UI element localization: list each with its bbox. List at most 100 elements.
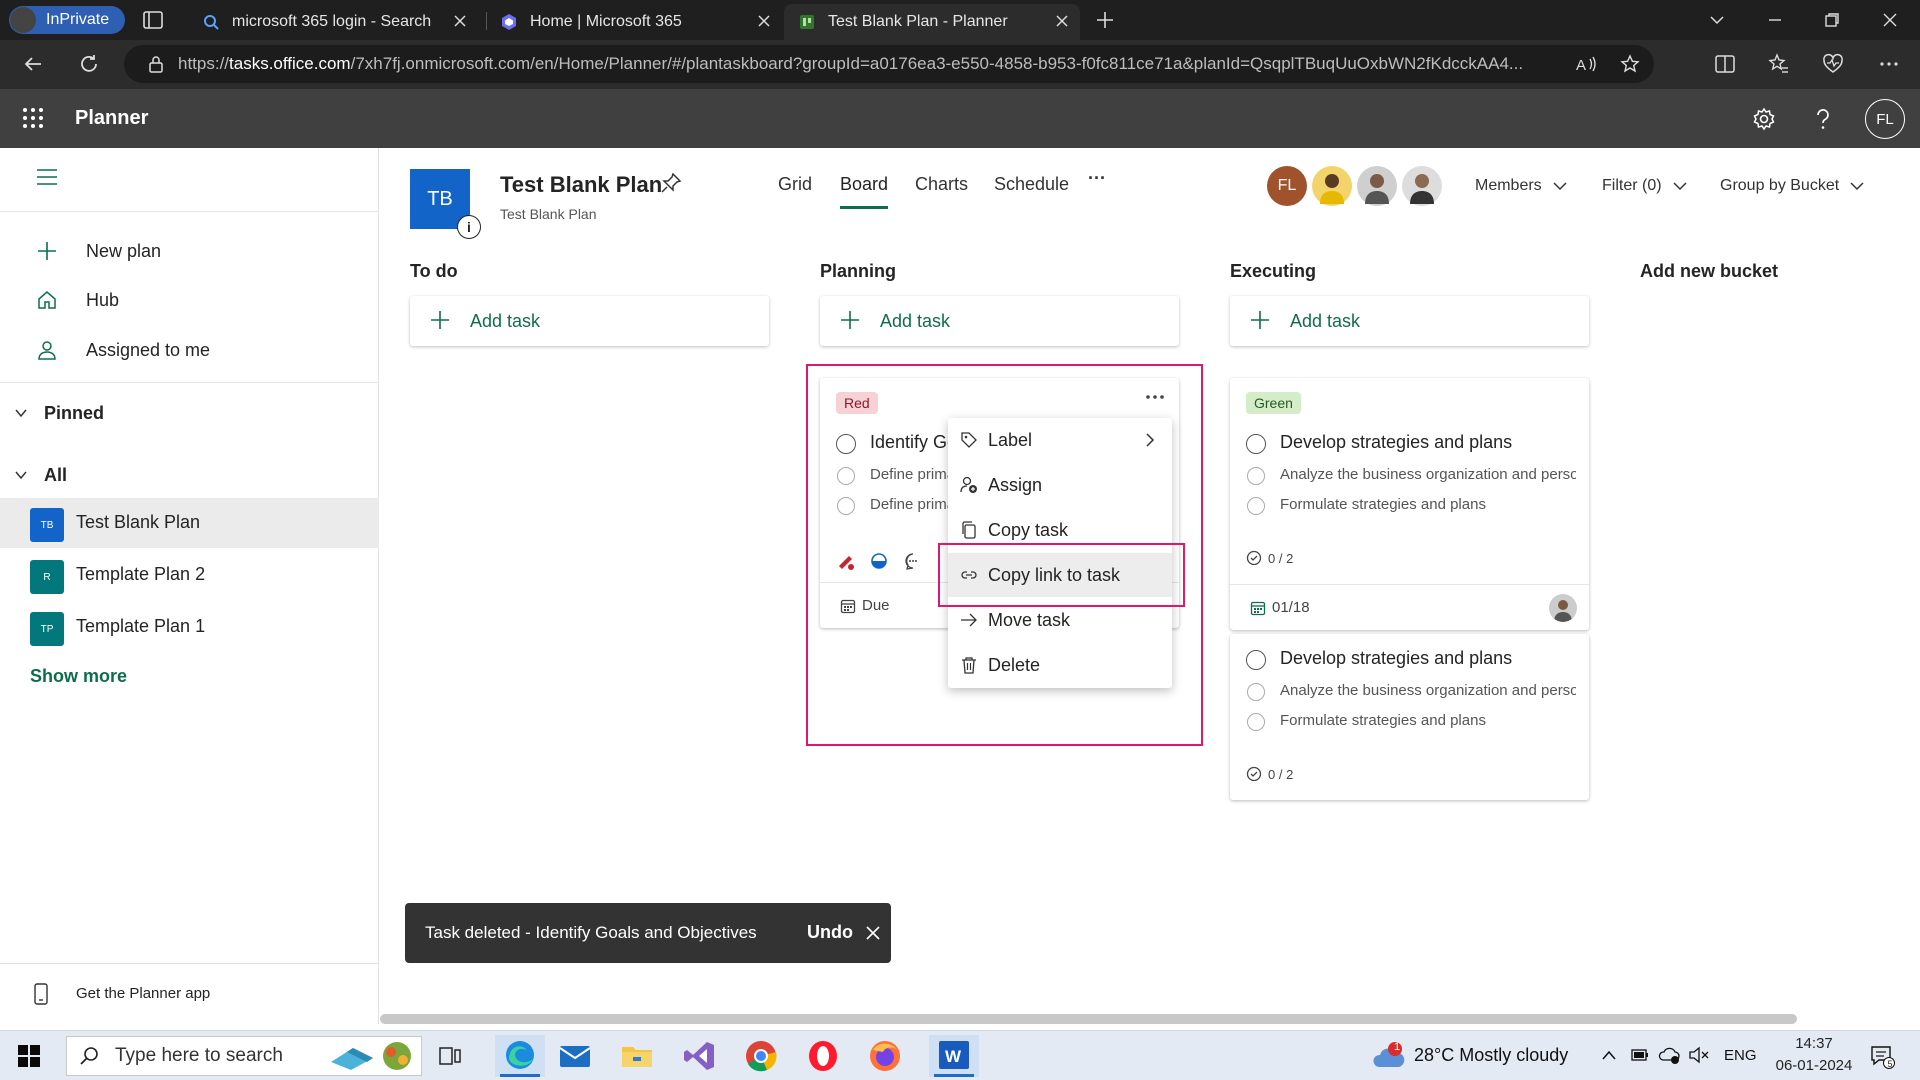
members-button[interactable]: Members	[1475, 177, 1568, 195]
task-card[interactable]: Green Develop strategies and plans Analy…	[1230, 378, 1589, 630]
subtask-text[interactable]: Analyze the business organization and pe…	[1280, 466, 1576, 483]
pin-icon[interactable]	[660, 172, 682, 194]
restore-icon[interactable]	[1823, 11, 1841, 29]
due-date[interactable]: 01/18	[1250, 599, 1310, 616]
task-complete-checkbox[interactable]	[1246, 650, 1266, 670]
filter-button[interactable]: Filter (0)	[1602, 177, 1688, 195]
close-icon[interactable]	[1054, 13, 1070, 29]
inprivate-badge[interactable]: InPrivate	[9, 6, 125, 34]
task-title[interactable]: Develop strategies and plans	[1280, 432, 1580, 453]
help-icon[interactable]	[1812, 107, 1834, 131]
taskbar-chrome[interactable]	[743, 1038, 779, 1074]
taskbar-word[interactable]: W	[929, 1035, 979, 1077]
url-field[interactable]: https://tasks.office.com/7xh7fj.onmicros…	[124, 45, 1654, 83]
taskbar-search-box[interactable]: Type here to search	[66, 1036, 422, 1076]
tab-schedule[interactable]: Schedule	[994, 174, 1069, 195]
app-title[interactable]: Planner	[75, 107, 148, 130]
task-card[interactable]: Develop strategies and plans Analyze the…	[1230, 634, 1589, 800]
info-icon[interactable]: i	[457, 215, 481, 239]
subtask-text[interactable]: Analyze the business organization and pe…	[1280, 682, 1576, 699]
tab-actions-icon[interactable]	[142, 9, 164, 31]
plan-title[interactable]: Test Blank Plan	[500, 172, 662, 198]
subtask-text[interactable]: Formulate strategies and plans	[1280, 496, 1576, 513]
taskbar-file-explorer[interactable]	[619, 1038, 655, 1074]
member-avatar[interactable]	[1402, 166, 1442, 206]
battery-icon[interactable]	[1630, 1046, 1650, 1064]
favorite-star-icon[interactable]	[1620, 54, 1640, 74]
back-icon[interactable]	[22, 53, 44, 75]
member-avatar[interactable]: FL	[1267, 166, 1307, 206]
minimize-icon[interactable]	[1766, 11, 1784, 29]
favorites-icon[interactable]	[1768, 53, 1790, 75]
tab-charts[interactable]: Charts	[915, 174, 968, 195]
network-icon[interactable]	[1658, 1045, 1680, 1065]
browser-essentials-icon[interactable]	[1822, 53, 1844, 75]
hamburger-menu-icon[interactable]	[36, 168, 58, 186]
window-close-icon[interactable]	[1881, 11, 1899, 29]
sidebar-item-new-plan[interactable]: New plan	[0, 229, 379, 273]
volume-muted-icon[interactable]	[1688, 1046, 1710, 1064]
add-task-button-todo[interactable]: Add task	[410, 296, 769, 346]
settings-gear-icon[interactable]	[1752, 107, 1776, 131]
get-planner-app[interactable]: Get the Planner app	[0, 963, 379, 1024]
task-complete-checkbox[interactable]	[1246, 434, 1266, 454]
member-avatar[interactable]	[1312, 166, 1352, 206]
clock-date[interactable]: 06-01-2024	[1774, 1057, 1854, 1074]
menu-item-assign[interactable]: Assign	[948, 463, 1172, 507]
bucket-title-executing[interactable]: Executing	[1230, 261, 1316, 282]
more-options-icon[interactable]	[1878, 53, 1900, 75]
subtask-checkbox[interactable]	[1247, 683, 1265, 701]
add-task-button-planning[interactable]: Add task	[820, 296, 1179, 346]
chevron-up-icon[interactable]	[1601, 1048, 1617, 1062]
taskbar-firefox[interactable]	[867, 1038, 903, 1074]
sidebar-plan-template-plan-1[interactable]: TP Template Plan 1	[0, 602, 379, 652]
app-launcher-icon[interactable]	[22, 107, 44, 129]
subtask-checkbox[interactable]	[1247, 467, 1265, 485]
tab-planner[interactable]: Test Blank Plan - Planner	[784, 4, 1080, 40]
group-by-button[interactable]: Group by Bucket	[1720, 177, 1865, 195]
all-section-toggle[interactable]: All	[14, 455, 67, 495]
close-icon[interactable]	[756, 13, 772, 29]
read-aloud-icon[interactable]: A	[1576, 54, 1598, 74]
tab-list-chevron-icon[interactable]	[1708, 11, 1726, 29]
pinned-section-toggle[interactable]: Pinned	[14, 393, 104, 433]
taskbar-visual-studio[interactable]	[681, 1038, 717, 1074]
sidebar-item-hub[interactable]: Hub	[0, 278, 379, 322]
subtask-text[interactable]: Formulate strategies and plans	[1280, 712, 1576, 729]
split-screen-icon[interactable]	[1714, 53, 1736, 75]
sidebar-plan-template-plan-2[interactable]: R Template Plan 2	[0, 550, 379, 600]
sidebar-plan-test-blank-plan[interactable]: TB Test Blank Plan	[0, 498, 379, 548]
language-indicator[interactable]: ENG	[1724, 1047, 1757, 1064]
undo-button[interactable]: Undo	[807, 922, 853, 943]
board-horizontal-scrollbar[interactable]	[380, 1014, 1797, 1024]
taskbar-opera[interactable]	[805, 1038, 841, 1074]
sidebar-item-assigned-to-me[interactable]: Assigned to me	[0, 328, 379, 372]
menu-item-delete[interactable]: Delete	[948, 643, 1172, 687]
windows-start-icon[interactable]	[18, 1045, 40, 1067]
bucket-title-planning[interactable]: Planning	[820, 261, 896, 282]
task-view-icon[interactable]	[438, 1044, 462, 1068]
assignee-avatar[interactable]	[1549, 594, 1577, 622]
clock-time[interactable]: 14:37	[1774, 1035, 1854, 1052]
refresh-icon[interactable]	[78, 53, 100, 75]
new-tab-icon[interactable]	[1094, 9, 1116, 31]
tab-bing-search[interactable]: microsoft 365 login - Search	[188, 4, 478, 40]
user-avatar[interactable]: FL	[1865, 99, 1905, 139]
bucket-title-todo[interactable]: To do	[410, 261, 458, 282]
tab-grid[interactable]: Grid	[778, 174, 812, 195]
add-task-button-executing[interactable]: Add task	[1230, 296, 1589, 346]
tab-board[interactable]: Board	[840, 174, 889, 209]
more-views-button[interactable]: ···	[1088, 168, 1106, 189]
weather-text[interactable]: 28°C Mostly cloudy	[1414, 1045, 1568, 1066]
member-avatar[interactable]	[1357, 166, 1397, 206]
add-new-bucket[interactable]: Add new bucket	[1640, 261, 1778, 282]
show-more-link[interactable]: Show more	[30, 666, 127, 687]
tab-microsoft-365[interactable]: Home | Microsoft 365	[486, 4, 782, 40]
close-icon[interactable]	[452, 13, 468, 29]
taskbar-mail[interactable]	[557, 1038, 593, 1074]
close-icon[interactable]	[865, 925, 881, 941]
subtask-checkbox[interactable]	[1247, 497, 1265, 515]
taskbar-edge[interactable]	[495, 1035, 545, 1077]
subtask-checkbox[interactable]	[1247, 713, 1265, 731]
menu-item-label[interactable]: Label	[948, 418, 1172, 462]
